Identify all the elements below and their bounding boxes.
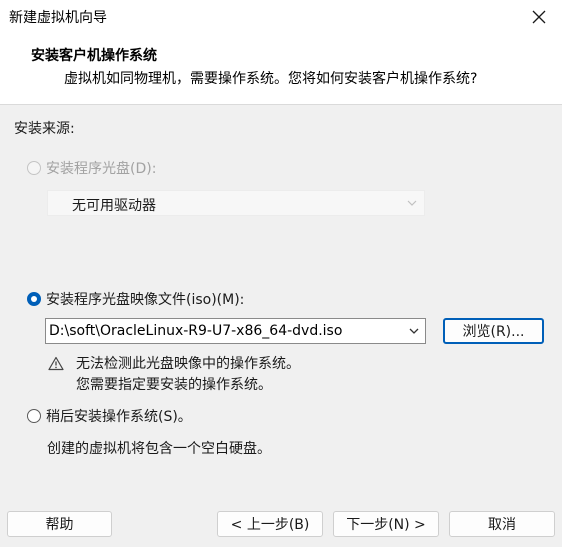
iso-option[interactable]: 安装程序光盘映像文件(iso)(M):	[27, 289, 244, 309]
iso-path-combobox[interactable]: D:\soft\OracleLinux-R9-U7-x86_64-dvd.iso	[45, 318, 426, 344]
install-later-option[interactable]: 稍后安装操作系统(S)。	[27, 406, 192, 426]
title-bar: 新建虚拟机向导	[0, 0, 562, 33]
blank-disk-note: 创建的虚拟机将包含一个空白硬盘。	[47, 441, 271, 457]
disc-radio	[27, 161, 41, 175]
close-icon	[532, 10, 546, 23]
chevron-down-icon	[407, 200, 417, 206]
iso-path-value[interactable]: D:\soft\OracleLinux-R9-U7-x86_64-dvd.iso	[49, 323, 342, 339]
back-button[interactable]: < 上一步(B)	[217, 511, 323, 537]
drive-select: 无可用驱动器	[47, 190, 425, 216]
help-button[interactable]: 帮助	[7, 511, 112, 537]
disc-option: 安装程序光盘(D):	[27, 158, 156, 178]
close-button[interactable]	[516, 0, 562, 33]
install-later-radio[interactable]	[27, 409, 41, 423]
browse-button[interactable]: 浏览(R)...	[443, 318, 544, 344]
disc-option-label: 安装程序光盘(D):	[46, 161, 157, 177]
next-button[interactable]: 下一步(N) >	[333, 511, 439, 537]
chevron-down-icon[interactable]	[408, 325, 420, 337]
window-title: 新建虚拟机向导	[9, 10, 107, 26]
iso-warning-message: 无法检测此光盘映像中的操作系统。 您需要指定要安装的操作系统。	[76, 354, 300, 396]
install-source-label: 安装来源:	[14, 121, 75, 137]
warning-line-2: 您需要指定要安装的操作系统。	[76, 377, 272, 393]
wizard-header: 安装客户机操作系统 虚拟机如同物理机，需要操作系统。您将如何安装客户机操作系统?	[0, 33, 562, 105]
page-title: 安装客户机操作系统	[31, 48, 157, 64]
drive-select-value: 无可用驱动器	[72, 198, 156, 214]
page-subtitle: 虚拟机如同物理机，需要操作系统。您将如何安装客户机操作系统?	[64, 71, 478, 87]
warning-triangle-icon	[48, 356, 64, 371]
cancel-button[interactable]: 取消	[449, 511, 555, 537]
install-later-label: 稍后安装操作系统(S)。	[46, 409, 192, 425]
warning-line-1: 无法检测此光盘映像中的操作系统。	[76, 356, 300, 372]
iso-radio[interactable]	[27, 292, 41, 306]
iso-option-label: 安装程序光盘映像文件(iso)(M):	[46, 292, 245, 308]
